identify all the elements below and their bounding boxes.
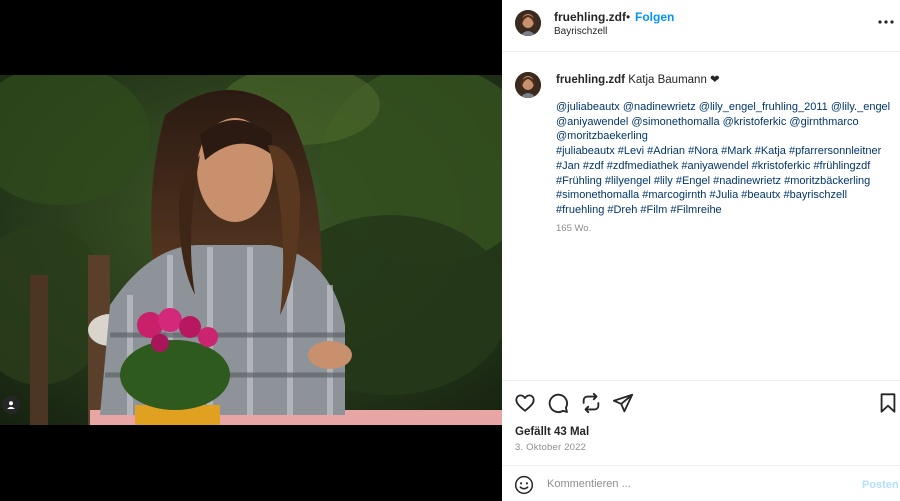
header-separator: • xyxy=(626,10,631,24)
bookmark-icon xyxy=(880,393,896,413)
photo-scene xyxy=(0,75,502,425)
share-icon xyxy=(582,392,600,414)
comment-icon xyxy=(548,393,568,414)
user-tag-button[interactable] xyxy=(2,396,20,414)
caption-line[interactable]: #fruehling #Dreh #Film #Filmreihe xyxy=(556,203,896,218)
comment-input[interactable] xyxy=(547,474,847,494)
send-icon xyxy=(612,393,634,413)
likes-count[interactable]: Gefällt 43 Mal xyxy=(515,426,589,438)
comment-bar: Posten xyxy=(502,465,900,501)
caption-line[interactable]: #Jan #zdf #zdfmediathek #aniyawendel #kr… xyxy=(556,159,896,174)
caption-line[interactable]: @juliabeautx @nadinewrietz @lily_engel_f… xyxy=(556,100,896,115)
caption-line[interactable]: @aniyawendel @simonethomalla @kristoferk… xyxy=(556,115,896,130)
caption-username[interactable]: fruehling.zdf xyxy=(556,74,625,86)
post-header: fruehling.zdf • Folgen Bayrischzell xyxy=(502,0,900,52)
caption-line[interactable]: #Frühling #lilyengel #lily #Engel #nadin… xyxy=(556,174,896,189)
caption-avatar[interactable] xyxy=(515,72,541,98)
caption-line[interactable]: #juliabeautx #Levi #Adrian #Nora #Mark #… xyxy=(556,144,896,159)
heart-icon xyxy=(515,394,535,412)
action-bar: Gefällt 43 Mal 3. Oktober 2022 xyxy=(502,380,900,465)
avatar[interactable] xyxy=(515,10,541,36)
caption-timestamp: 165 Wo. xyxy=(556,223,592,234)
caption-block: fruehling.zdf Katja Baumann ❤ @juliabeau… xyxy=(502,52,900,380)
avatar-image xyxy=(515,10,541,36)
caption-line[interactable]: #simonethomalla #marcogirnth #Julia #bea… xyxy=(556,188,896,203)
caption-tags: @juliabeautx @nadinewrietz @lily_engel_f… xyxy=(556,100,896,218)
caption-text: Katja Baumann ❤ xyxy=(628,74,720,86)
repost-button[interactable] xyxy=(580,392,602,414)
user-tag-icon xyxy=(7,401,15,409)
post-side-panel: fruehling.zdf • Folgen Bayrischzell frue… xyxy=(502,0,900,501)
header-username[interactable]: fruehling.zdf xyxy=(554,10,626,24)
more-horizontal-icon xyxy=(878,20,894,24)
follow-button[interactable]: Folgen xyxy=(635,10,674,24)
location-link[interactable]: Bayrischzell xyxy=(554,26,607,37)
post-photo xyxy=(0,75,502,425)
post-media[interactable] xyxy=(0,0,502,501)
caption-headline: fruehling.zdf Katja Baumann ❤ xyxy=(556,72,720,86)
avatar-image xyxy=(515,72,541,98)
send-button[interactable] xyxy=(612,392,634,414)
comment-button[interactable] xyxy=(547,392,569,414)
emoji-icon xyxy=(514,475,534,495)
post-comment-button[interactable]: Posten xyxy=(862,479,899,491)
save-button[interactable] xyxy=(877,392,899,414)
post-date[interactable]: 3. Oktober 2022 xyxy=(515,442,586,453)
caption-line[interactable]: @moritzbaekerling xyxy=(556,129,896,144)
more-options-button[interactable] xyxy=(877,15,895,29)
like-button[interactable] xyxy=(514,392,536,414)
emoji-button[interactable] xyxy=(514,475,534,495)
